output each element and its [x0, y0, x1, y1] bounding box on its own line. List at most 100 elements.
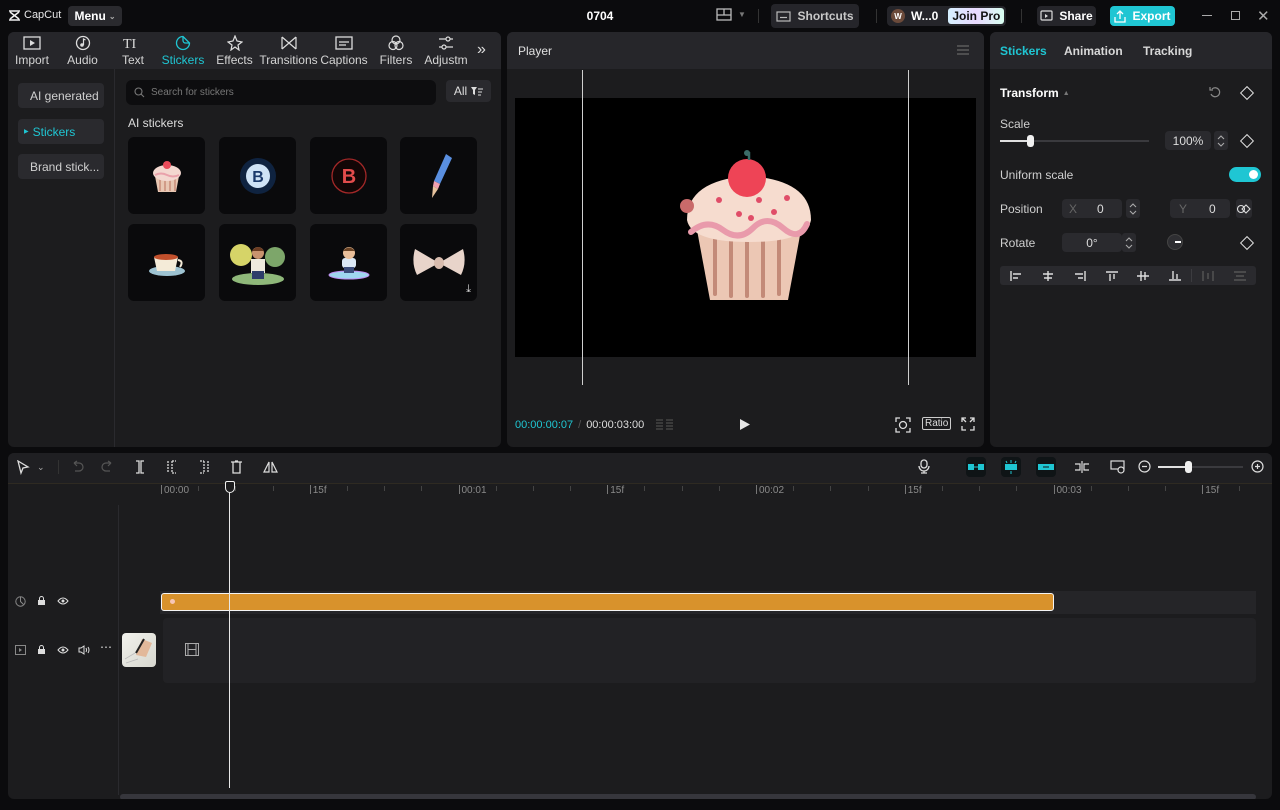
- layout-button[interactable]: ▼: [716, 8, 746, 21]
- scale-slider-handle[interactable]: [1026, 135, 1034, 147]
- rotate-input[interactable]: 0°: [1062, 233, 1122, 252]
- align-left-button[interactable]: [1000, 270, 1032, 281]
- import-icon: [23, 34, 41, 52]
- transform-label: Transform: [1000, 86, 1059, 100]
- tab-effects[interactable]: Effects: [209, 32, 260, 69]
- sticker-track-icon: [15, 596, 26, 607]
- align-right-button[interactable]: [1064, 270, 1096, 281]
- fullscreen-icon: [961, 417, 975, 431]
- tab-stickers[interactable]: Stickers: [1000, 44, 1047, 58]
- zoom-fit-button[interactable]: [895, 417, 911, 433]
- position-x-input[interactable]: X 0: [1062, 199, 1122, 218]
- eye-icon[interactable]: [57, 646, 69, 654]
- sticker-red-b-logo[interactable]: B: [310, 137, 387, 214]
- player-menu-icon[interactable]: [957, 45, 969, 55]
- share-button[interactable]: Share: [1037, 6, 1096, 26]
- tab-adjustm[interactable]: Adjustm: [421, 32, 471, 69]
- more-icon[interactable]: ⋯: [100, 640, 112, 654]
- ruler-tick: [979, 486, 981, 491]
- tab-animation[interactable]: Animation: [1064, 44, 1123, 58]
- lock-icon[interactable]: [37, 645, 46, 655]
- align-bottom-button[interactable]: [1159, 270, 1191, 281]
- fullscreen-button[interactable]: [961, 417, 975, 431]
- scale-input[interactable]: 100%: [1165, 131, 1211, 150]
- keyframe-scale-icon[interactable]: [1239, 133, 1255, 149]
- sticker-bow[interactable]: ⤓: [400, 224, 477, 301]
- eye-icon[interactable]: [57, 597, 69, 605]
- rotate-stepper[interactable]: [1122, 233, 1136, 252]
- align-center-v-button[interactable]: [1128, 270, 1160, 281]
- ruler-tick: [681, 486, 683, 491]
- join-pro-badge[interactable]: Join Pro: [948, 8, 1005, 24]
- align-top-button[interactable]: [1096, 270, 1128, 281]
- sticker-cupcake[interactable]: [128, 137, 205, 214]
- position-y-input[interactable]: Y 0: [1170, 199, 1230, 218]
- menu-button[interactable]: Menu ⌄: [68, 6, 122, 26]
- app-logo: CapCut: [8, 9, 61, 21]
- download-icon[interactable]: ⤓: [466, 283, 471, 296]
- restore-icon[interactable]: [1231, 11, 1240, 20]
- sticker-boy-with-trees[interactable]: [219, 224, 296, 301]
- cover-thumbnail[interactable]: [122, 633, 156, 667]
- tab-tracking[interactable]: Tracking: [1143, 44, 1192, 58]
- reset-button[interactable]: [1209, 86, 1222, 99]
- uniform-scale-toggle[interactable]: [1229, 167, 1261, 182]
- timeline-scrollbar[interactable]: [120, 794, 1256, 799]
- search-input[interactable]: Search for stickers: [126, 80, 436, 105]
- video-canvas[interactable]: [515, 98, 976, 357]
- scale-slider-fill: [1000, 140, 1030, 142]
- tab-transitions[interactable]: Transitions: [259, 32, 318, 69]
- keyframe-rotate-icon[interactable]: [1239, 235, 1255, 251]
- subnav-stickers[interactable]: ▶ Stickers: [18, 119, 104, 144]
- scale-stepper[interactable]: [1214, 131, 1228, 150]
- shortcuts-button[interactable]: Shortcuts: [771, 4, 859, 28]
- transform-section-header[interactable]: Transform ▲: [1000, 86, 1070, 100]
- ruler-tick: [570, 486, 572, 491]
- filter-button[interactable]: All: [446, 80, 491, 102]
- tab-import[interactable]: Import: [8, 32, 56, 69]
- more-tabs-icon[interactable]: »: [471, 41, 486, 69]
- align-center-h-button[interactable]: [1032, 270, 1064, 281]
- distribute-v-button: [1224, 270, 1256, 281]
- tab-captions[interactable]: Captions: [317, 32, 371, 69]
- subnav-ai-generated[interactable]: AI generated: [18, 83, 104, 108]
- subnav-brand-stickers[interactable]: Brand stick...: [18, 154, 104, 179]
- account-button[interactable]: W W...0 Join Pro: [887, 6, 1006, 26]
- speaker-icon[interactable]: [78, 645, 90, 655]
- sticker-clip[interactable]: [161, 593, 1054, 611]
- position-link-button[interactable]: [1236, 199, 1252, 218]
- keyframe-transform-icon[interactable]: [1239, 85, 1255, 101]
- tab-label: Filters: [379, 53, 413, 67]
- play-button[interactable]: [739, 418, 751, 431]
- ruler-tick: [1127, 486, 1129, 491]
- minimize-icon[interactable]: [1202, 15, 1212, 16]
- title-bar: CapCut Menu ⌄ 0704 ▼ Shortcuts W W...0 J…: [0, 0, 1280, 32]
- ruler-label: 00:01: [461, 485, 487, 496]
- rotate-dial[interactable]: [1167, 234, 1183, 250]
- timeline-ruler[interactable]: 00:00 15f 00:01 15f 00:02 15f 00:03 15f: [8, 453, 1272, 505]
- ratio-button[interactable]: Ratio: [922, 417, 952, 430]
- tab-text[interactable]: TI Text: [109, 32, 157, 69]
- ruler-tick: [1239, 486, 1241, 491]
- film-icon: [185, 643, 199, 656]
- y-label: Y: [1179, 201, 1188, 216]
- lock-icon[interactable]: [37, 596, 46, 606]
- x-value: 0: [1097, 201, 1104, 216]
- tab-label: Text: [121, 53, 144, 67]
- tab-audio[interactable]: Audio: [56, 32, 109, 69]
- ruler-tick: [346, 486, 348, 491]
- sticker-blue-b-logo[interactable]: B: [219, 137, 296, 214]
- sticker-teacup[interactable]: [128, 224, 205, 301]
- tab-stickers[interactable]: Stickers: [157, 32, 209, 69]
- scale-slider[interactable]: [1000, 135, 1149, 147]
- position-x-stepper[interactable]: [1126, 199, 1140, 218]
- red-b-sticker-icon: B: [330, 157, 367, 194]
- main-track[interactable]: [163, 618, 1256, 683]
- sticker-snowboarder[interactable]: [310, 224, 387, 301]
- export-button[interactable]: Export: [1110, 6, 1175, 26]
- ruler-tick: [532, 486, 534, 491]
- sticker-pen[interactable]: [400, 137, 477, 214]
- close-icon[interactable]: ✕: [1257, 7, 1270, 25]
- divider: [1021, 9, 1022, 23]
- tab-filters[interactable]: Filters: [371, 32, 421, 69]
